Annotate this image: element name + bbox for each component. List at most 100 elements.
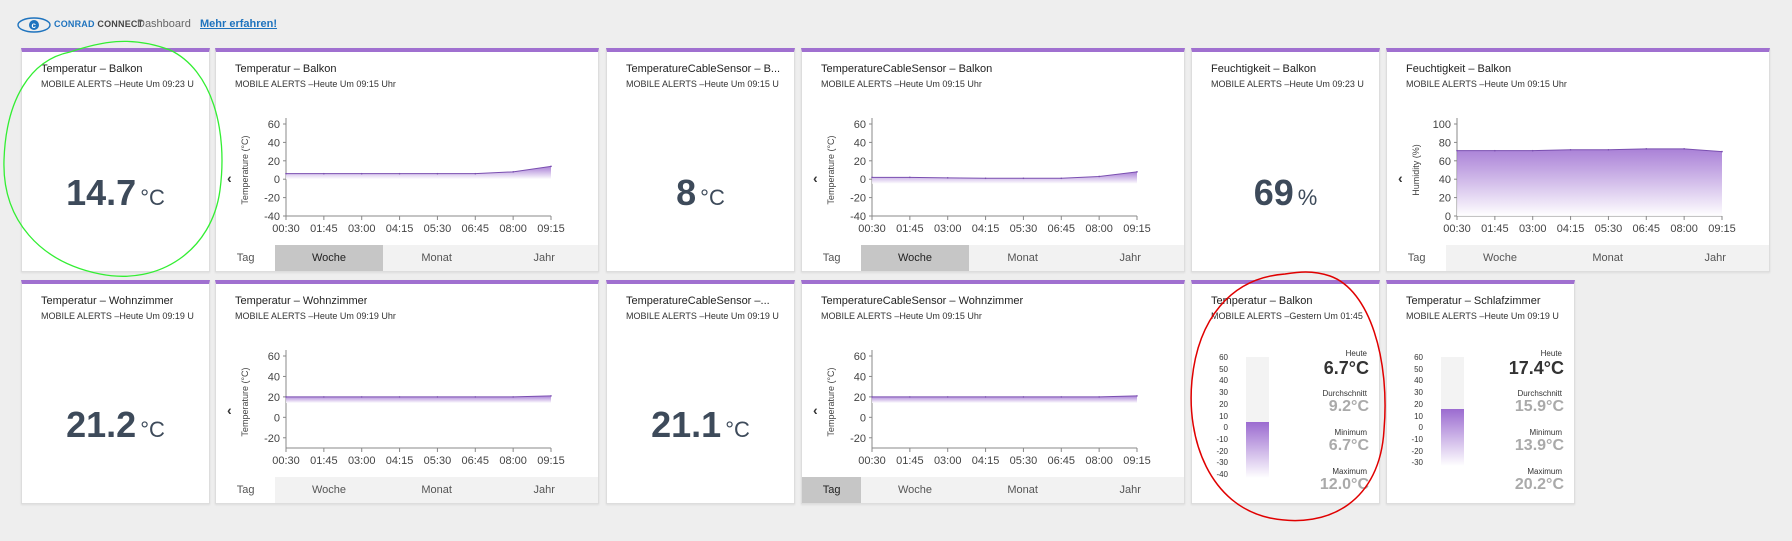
tab-woche[interactable]: Woche: [861, 477, 969, 503]
tab-woche[interactable]: Woche: [275, 477, 383, 503]
tab-monat[interactable]: Monat: [968, 245, 1077, 271]
y-tick-label: 0: [860, 174, 866, 186]
tab-jahr[interactable]: Jahr: [1076, 477, 1184, 503]
tab-jahr[interactable]: Jahr: [490, 245, 598, 271]
y-tick-label: 60: [1439, 156, 1451, 168]
gauge-max-label: Maximum: [1332, 467, 1367, 476]
nav-mehr-erfahren-link[interactable]: Mehr erfahren!: [200, 18, 277, 30]
data-point: [1098, 396, 1100, 398]
card-humidity-balkon-chart[interactable]: Feuchtigkeit – Balkon MOBILE ALERTS –Heu…: [1386, 48, 1770, 272]
gauge-scale-label: 30: [1219, 388, 1228, 398]
series-line: [872, 395, 1138, 398]
gauge-heute-value: 17.4°C: [1508, 358, 1564, 378]
card-title: Temperatur – Balkon: [1211, 295, 1313, 307]
current-value: 69%: [1253, 172, 1318, 213]
tab-tag[interactable]: Tag: [216, 477, 276, 503]
card-temp-balkon-gauge[interactable]: Temperatur – Balkon MOBILE ALERTS –Geste…: [1191, 280, 1380, 504]
x-tick-label: 03:00: [348, 223, 376, 235]
card-title: Temperatur – Schlafzimmer: [1406, 295, 1541, 307]
data-point: [1683, 148, 1685, 150]
gauge-fill: [1246, 421, 1269, 478]
data-point: [1060, 396, 1063, 398]
tab-tag[interactable]: Tag: [216, 245, 276, 271]
card-subtitle: MOBILE ALERTS –Gestern Um 01:45: [1211, 311, 1363, 321]
card-title: Temperatur – Wohnzimmer: [41, 295, 174, 307]
chart-svg: 100 80 60 40 20 000:30 01:45 03:00 04:15 05:30 06:…: [1411, 118, 1736, 235]
y-tick-label: 80: [1439, 137, 1451, 149]
tab-tag[interactable]: Tag: [802, 477, 862, 503]
card-subtitle: MOBILE ALERTS –Heute Um 09:23 U: [1211, 79, 1364, 89]
y-tick-label: 60: [268, 119, 280, 131]
series-line: [286, 395, 552, 398]
y-tick-label: -20: [850, 193, 866, 205]
tab-jahr[interactable]: Jahr: [1076, 245, 1184, 271]
gauge-scale-label: 30: [1414, 388, 1423, 398]
card-humidity-balkon-value[interactable]: Feuchtigkeit – Balkon MOBILE ALERTS –Heu…: [1191, 48, 1380, 272]
chevron-left-icon[interactable]: ‹: [813, 170, 818, 186]
data-point: [398, 172, 401, 175]
tab-jahr[interactable]: Jahr: [1661, 245, 1769, 271]
data-point: [1022, 177, 1025, 180]
data-point: [1607, 148, 1610, 151]
card-title: TemperatureCableSensor – B...: [626, 63, 781, 75]
gauge-scale-label: -10: [1411, 434, 1423, 444]
chevron-left-icon[interactable]: ‹: [227, 170, 232, 186]
card-cable-wohnzimmer-value[interactable]: TemperatureCableSensor –... MOBILE ALERT…: [606, 280, 795, 504]
data-point: [1721, 150, 1723, 153]
tab-tag[interactable]: Tag: [802, 245, 862, 271]
data-point: [285, 172, 287, 175]
x-tick-label: 06:45: [462, 223, 490, 235]
tab-woche[interactable]: Woche: [1446, 245, 1554, 271]
card-temp-balkon-chart[interactable]: Temperatur – Balkon MOBILE ALERTS –Heute…: [215, 48, 599, 272]
tab-woche[interactable]: Woche: [275, 245, 383, 271]
gauge-scale-label: -30: [1411, 458, 1423, 468]
y-axis-label: Temperature (°C): [826, 135, 836, 204]
y-tick-label: -20: [264, 433, 280, 445]
chevron-left-icon[interactable]: ‹: [813, 402, 818, 418]
card-cable-balkon-chart[interactable]: TemperatureCableSensor – Balkon MOBILE A…: [801, 48, 1185, 272]
chart-svg: 60 40 20 0 -20 00:30 01:45 03:00 04:15 05:30 06:45…: [240, 350, 565, 467]
x-tick-label: 01:45: [896, 223, 924, 235]
gauge-scale-label: 60: [1414, 353, 1423, 362]
current-value: 21.2 °C: [66, 404, 165, 445]
x-tick-label: 04:15: [1557, 223, 1585, 235]
x-tick-label: 06:45: [462, 455, 490, 467]
gauge-heute-label: Heute: [1540, 349, 1562, 358]
series-area: [1457, 148, 1722, 216]
data-point: [285, 396, 287, 398]
top-bar: c CONRAD CONNECT Dashboard Mehr erfahren…: [0, 0, 1792, 46]
tab-woche[interactable]: Woche: [861, 245, 969, 271]
x-tick-label: 05:30: [424, 223, 452, 235]
tab-monat[interactable]: Monat: [968, 477, 1077, 503]
gauge-avg-label: Durchschnitt: [1322, 389, 1367, 398]
svg-text:c: c: [32, 21, 37, 30]
chevron-left-icon[interactable]: ‹: [227, 402, 232, 418]
card-subtitle: MOBILE ALERTS –Heute Um 09:23 U: [41, 79, 194, 89]
x-tick-label: 05:30: [424, 455, 452, 467]
tab-monat[interactable]: Monat: [382, 245, 491, 271]
card-temp-schlafzimmer-gauge[interactable]: Temperatur – Schlafzimmer MOBILE ALERTS …: [1386, 280, 1575, 504]
card-temp-wohnzimmer-chart[interactable]: Temperatur – Wohnzimmer MOBILE ALERTS –H…: [215, 280, 599, 504]
tab-monat[interactable]: Monat: [1553, 245, 1662, 271]
tab-tag[interactable]: Tag: [1387, 245, 1447, 271]
chart-svg: 60 40 20 0 -20 -4000:30 01:45 03:00 04:15 05:30 06…: [240, 118, 565, 235]
data-point: [1136, 171, 1138, 173]
tab-jahr[interactable]: Jahr: [490, 477, 598, 503]
card-temp-balkon-value[interactable]: Temperatur – Balkon MOBILE ALERTS –Heute…: [21, 48, 210, 272]
data-point: [1531, 149, 1534, 152]
y-tick-label: -20: [264, 193, 280, 205]
series-area: [286, 166, 551, 180]
gauge-scale-label: 60: [1219, 353, 1228, 362]
data-point: [360, 396, 363, 398]
chevron-left-icon[interactable]: ‹: [1398, 170, 1403, 186]
nav-dashboard[interactable]: Dashboard: [137, 18, 191, 30]
card-cable-balkon-value[interactable]: TemperatureCableSensor – B... MOBILE ALE…: [606, 48, 795, 272]
y-tick-label: 60: [854, 351, 866, 363]
conrad-connect-logo[interactable]: c CONRAD CONNECT: [16, 14, 143, 34]
x-tick-label: 05:30: [1010, 223, 1038, 235]
card-temp-wohnzimmer-value[interactable]: Temperatur – Wohnzimmer MOBILE ALERTS –H…: [21, 280, 210, 504]
card-cable-wohnzimmer-chart[interactable]: TemperatureCableSensor – Wohnzimmer MOBI…: [801, 280, 1185, 504]
x-tick-label: 04:15: [386, 223, 414, 235]
tab-monat[interactable]: Monat: [382, 477, 491, 503]
data-point: [323, 172, 325, 175]
